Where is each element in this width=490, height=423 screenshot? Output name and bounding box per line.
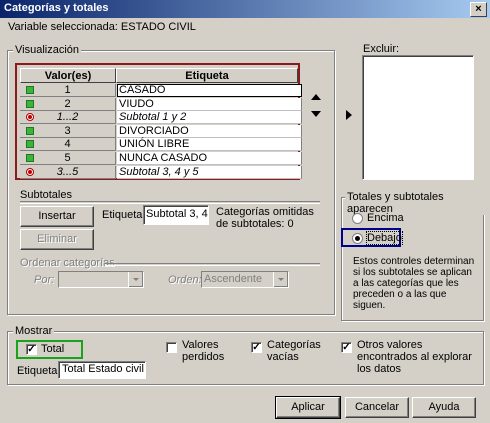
row-label-cell[interactable]: DIVORCIADO — [117, 124, 302, 138]
excluir-label: Excluir: — [363, 43, 400, 55]
row-label-cell[interactable]: NUNCA CASADO — [117, 152, 302, 165]
ordenar-label: Ordenar categorías — [20, 257, 115, 269]
ordenar-por-label: Por: — [34, 274, 55, 286]
row-value-cell: 5 — [20, 152, 116, 165]
row-label-cell[interactable]: VIUDO — [117, 97, 302, 111]
category-row[interactable]: 1 CASADO — [20, 84, 302, 97]
subtotal-etiqueta-label: Etiqueta: — [102, 209, 146, 221]
chevron-down-icon — [128, 272, 143, 287]
cancelar-button[interactable]: Cancelar — [345, 397, 409, 418]
ayuda-button-label: Ayuda — [428, 401, 460, 413]
row-value: 1 — [64, 84, 71, 96]
row-label-cell[interactable]: UNIÓN LIBRE — [117, 138, 302, 152]
visualizacion-group-label: Visualización — [13, 44, 82, 56]
ordenar-divider — [105, 263, 320, 266]
category-marker-icon — [26, 86, 34, 94]
row-value-cell: 1...2 — [20, 111, 116, 125]
row-value-cell: 3 — [20, 124, 116, 138]
chevron-down-icon — [273, 272, 288, 287]
row-value-cell: 1 — [20, 84, 116, 97]
categorias-omitidas-text: Categorías omitidas de subtotales: 0 — [216, 206, 314, 230]
ayuda-button[interactable]: Ayuda — [412, 397, 476, 418]
cancelar-button-label: Cancelar — [354, 401, 400, 413]
subtotal-row[interactable]: 1...2 Subtotal 1 y 2 — [20, 111, 302, 125]
row-value: 1...2 — [56, 111, 79, 124]
encima-label[interactable]: Encima — [367, 212, 404, 224]
subtotal-marker-icon — [26, 167, 34, 176]
aplicar-button[interactable]: Aplicar — [275, 396, 341, 419]
totales-description: Estos controles determinan si los subtot… — [353, 256, 475, 311]
insertar-button[interactable]: Insertar — [20, 206, 94, 227]
excluir-list[interactable] — [362, 55, 474, 180]
row-value: 3 — [64, 124, 71, 137]
debajo-label[interactable]: Debajo — [366, 231, 403, 245]
row-label-cell[interactable]: Subtotal 1 y 2 — [117, 111, 302, 125]
ordenar-orden-label: Orden: — [168, 274, 202, 286]
subtotal-etiqueta-input[interactable]: Subtotal 3, 4 y — [143, 205, 209, 225]
encima-radio[interactable] — [352, 213, 363, 224]
move-down-icon[interactable] — [311, 111, 321, 117]
category-row[interactable]: 2 VIUDO — [20, 97, 302, 111]
valores-perdidos-label[interactable]: Valores perdidos — [182, 339, 237, 363]
category-row[interactable]: 4 UNIÓN LIBRE — [20, 138, 302, 152]
row-value: 5 — [64, 152, 71, 164]
row-value: 4 — [64, 138, 71, 151]
category-marker-icon — [26, 154, 34, 162]
column-header-value[interactable]: Valor(es) — [20, 68, 116, 83]
debajo-radio[interactable] — [352, 233, 363, 244]
move-to-exclude-icon[interactable] — [346, 110, 352, 120]
subtotal-row[interactable]: 3...5 Subtotal 3, 4 y 5 — [20, 165, 302, 179]
row-value-cell: 4 — [20, 138, 116, 152]
subtotal-marker-icon — [26, 113, 34, 122]
ordenar-por-select[interactable] — [58, 271, 144, 288]
mostrar-etiqueta-input[interactable]: Total Estado civil — [58, 361, 146, 379]
total-checkbox[interactable]: ✓ — [26, 344, 37, 355]
categories-grid[interactable]: Valor(es) Etiqueta 1 CASADO 2 VIUDO 1...2 Sub… — [15, 63, 302, 180]
otros-valores-checkbox[interactable]: ✓ — [341, 342, 352, 353]
row-value: 3...5 — [56, 165, 79, 178]
categorias-vacias-label[interactable]: Categorías vacías — [267, 339, 327, 363]
category-marker-icon — [26, 126, 34, 135]
category-marker-icon — [26, 99, 34, 108]
mostrar-group-label: Mostrar — [13, 325, 55, 337]
ordenar-orden-select[interactable]: Ascendente — [201, 271, 289, 288]
subtotales-label: Subtotales — [20, 189, 72, 201]
column-header-label[interactable]: Etiqueta — [116, 68, 298, 83]
move-up-icon[interactable] — [311, 94, 321, 100]
title-bar: Categorías y totales × — [0, 0, 490, 18]
window-title: Categorías y totales — [4, 2, 109, 14]
eliminar-button-label: Eliminar — [37, 233, 77, 245]
mostrar-etiqueta-label: Etiqueta: — [17, 365, 61, 377]
subtotales-divider — [20, 201, 320, 204]
total-label[interactable]: Total — [41, 343, 64, 355]
eliminar-button[interactable]: Eliminar — [20, 229, 94, 250]
selected-variable-text: Variable seleccionada: ESTADO CIVIL — [8, 21, 196, 33]
category-marker-icon — [26, 140, 34, 149]
categorias-vacias-checkbox[interactable]: ✓ — [251, 342, 262, 353]
valores-perdidos-checkbox[interactable] — [166, 342, 177, 353]
row-value: 2 — [64, 97, 71, 110]
ordenar-orden-value: Ascendente — [204, 273, 263, 285]
row-label-cell[interactable]: CASADO — [117, 84, 302, 97]
category-row[interactable]: 3 DIVORCIADO — [20, 124, 302, 138]
row-value-cell: 2 — [20, 97, 116, 111]
row-label-cell[interactable]: Subtotal 3, 4 y 5 — [117, 165, 302, 179]
aplicar-button-label: Aplicar — [291, 401, 325, 413]
row-value-cell: 3...5 — [20, 165, 116, 179]
otros-valores-label[interactable]: Otros valores encontrados al explorar lo… — [357, 339, 477, 375]
insertar-button-label: Insertar — [38, 210, 76, 222]
close-icon[interactable]: × — [470, 2, 487, 17]
category-row[interactable]: 5 NUNCA CASADO — [20, 152, 302, 165]
